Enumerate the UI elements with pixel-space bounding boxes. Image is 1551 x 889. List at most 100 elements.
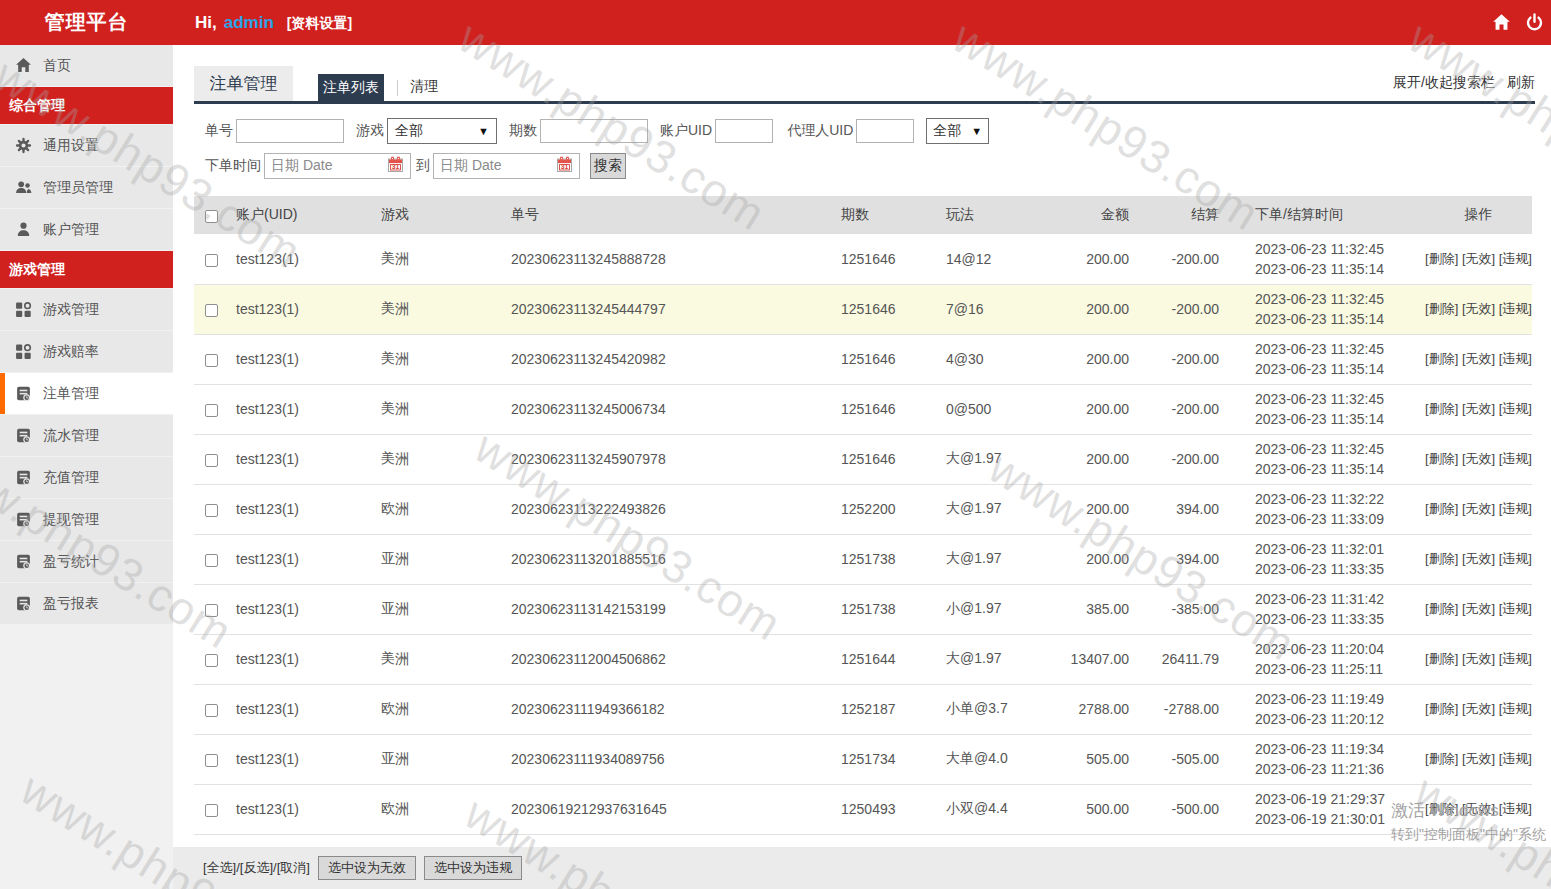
row-action[interactable]: [删除] xyxy=(1425,501,1458,516)
sidebar-item-3[interactable]: 管理员管理 xyxy=(0,167,173,208)
agent-uid-input[interactable] xyxy=(856,119,914,143)
row-action[interactable]: [违规] xyxy=(1499,551,1532,566)
row-action[interactable]: [无效] xyxy=(1462,251,1495,266)
row-action[interactable]: [删除] xyxy=(1425,651,1458,666)
cell-amount: 13407.00 xyxy=(1060,634,1135,684)
row-action[interactable]: [无效] xyxy=(1462,751,1495,766)
account-uid-label: 账户UID xyxy=(660,122,712,140)
cell-actions: [删除] [无效] [违规] xyxy=(1425,534,1532,584)
row-checkbox[interactable] xyxy=(205,404,218,417)
sidebar-item-7[interactable]: 游戏赔率 xyxy=(0,331,173,372)
sidebar-item-11[interactable]: 提现管理 xyxy=(0,499,173,540)
refresh-link[interactable]: 刷新 xyxy=(1507,74,1535,90)
game-label: 游戏 xyxy=(356,122,384,140)
cell-actions: [删除] [无效] [违规] xyxy=(1425,584,1532,634)
row-action[interactable]: [删除] xyxy=(1425,451,1458,466)
sidebar-item-2[interactable]: 通用设置 xyxy=(0,125,173,166)
row-action[interactable]: [违规] xyxy=(1499,301,1532,316)
doc-icon xyxy=(15,595,32,612)
toggle-search-link[interactable]: 展开/收起搜索栏 xyxy=(1393,74,1495,90)
select-all-checkbox[interactable] xyxy=(205,210,218,223)
sidebar-item-9[interactable]: 流水管理 xyxy=(0,415,173,456)
row-action[interactable]: [违规] xyxy=(1499,801,1532,816)
row-action[interactable]: [违规] xyxy=(1499,351,1532,366)
tab-clean[interactable]: 清理 xyxy=(410,74,438,101)
row-action[interactable]: [删除] xyxy=(1425,301,1458,316)
row-action[interactable]: [无效] xyxy=(1462,701,1495,716)
row-checkbox[interactable] xyxy=(205,754,218,767)
row-action[interactable]: [违规] xyxy=(1499,651,1532,666)
row-action[interactable]: [违规] xyxy=(1499,701,1532,716)
tab-order-list[interactable]: 注单列表 xyxy=(318,74,384,101)
cell-actions: [删除] [无效] [违规] xyxy=(1425,684,1532,734)
power-icon[interactable] xyxy=(1525,13,1544,32)
row-action[interactable]: [删除] xyxy=(1425,601,1458,616)
sidebar-item-10[interactable]: 充值管理 xyxy=(0,457,173,498)
row-action[interactable]: [违规] xyxy=(1499,251,1532,266)
grid-icon xyxy=(15,343,32,360)
cell-actions: [删除] [无效] [违规] xyxy=(1425,484,1532,534)
row-checkbox[interactable] xyxy=(205,604,218,617)
set-invalid-button[interactable]: 选中设为无效 xyxy=(318,856,416,880)
search-form: 单号 游戏 全部▼ 期数 账户UID 代理人UID 全部▼ 下单时间 日期 Da… xyxy=(205,118,989,179)
set-violation-button[interactable]: 选中设为违规 xyxy=(424,856,522,880)
row-action[interactable]: [无效] xyxy=(1462,651,1495,666)
row-action[interactable]: [无效] xyxy=(1462,301,1495,316)
row-action[interactable]: [无效] xyxy=(1462,451,1495,466)
account-uid-input[interactable] xyxy=(715,119,773,143)
row-checkbox[interactable] xyxy=(205,554,218,567)
sidebar-item-4[interactable]: 账户管理 xyxy=(0,209,173,250)
profile-settings-link[interactable]: [资料设置] xyxy=(287,15,352,33)
order-table-body: test123(1)美洲2023062311324588872812516461… xyxy=(194,234,1532,834)
row-action[interactable]: [违规] xyxy=(1499,401,1532,416)
sidebar-item-8[interactable]: 注单管理 xyxy=(0,373,173,414)
row-action[interactable]: [违规] xyxy=(1499,451,1532,466)
row-action[interactable]: [删除] xyxy=(1425,251,1458,266)
tab-order-management[interactable]: 注单管理 xyxy=(194,66,293,101)
select-all-links[interactable]: [全选]/[反选]/[取消] xyxy=(203,859,310,877)
sidebar-item-13[interactable]: 盈亏报表 xyxy=(0,583,173,624)
row-checkbox[interactable] xyxy=(205,654,218,667)
sidebar-item-12[interactable]: 盈亏统计 xyxy=(0,541,173,582)
cell-times: 2023-06-23 11:32:452023-06-23 11:35:14 xyxy=(1225,234,1425,284)
row-checkbox[interactable] xyxy=(205,504,218,517)
date-from-input[interactable]: 日期 Date31 xyxy=(264,153,411,179)
row-action[interactable]: [删除] xyxy=(1425,701,1458,716)
date-to-input[interactable]: 日期 Date31 xyxy=(433,153,580,179)
row-checkbox[interactable] xyxy=(205,454,218,467)
sidebar-item-6[interactable]: 游戏管理 xyxy=(0,289,173,330)
row-checkbox[interactable] xyxy=(205,254,218,267)
col-order: 单号 xyxy=(505,196,835,234)
cell-period: 1251646 xyxy=(835,434,940,484)
row-checkbox[interactable] xyxy=(205,804,218,817)
cell-actions: [删除] [无效] [违规] xyxy=(1425,234,1532,284)
row-checkbox[interactable] xyxy=(205,704,218,717)
table-row: test123(1)美洲2023062311324588872812516461… xyxy=(194,234,1532,284)
cell-account: test123(1) xyxy=(230,784,375,834)
row-action[interactable]: [无效] xyxy=(1462,501,1495,516)
row-checkbox[interactable] xyxy=(205,304,218,317)
row-checkbox[interactable] xyxy=(205,354,218,367)
col-amount: 金额 xyxy=(1060,196,1135,234)
search-button[interactable]: 搜索 xyxy=(590,153,626,179)
row-action[interactable]: [删除] xyxy=(1425,351,1458,366)
sidebar-item-0[interactable]: 首页 xyxy=(0,45,173,86)
row-action[interactable]: [违规] xyxy=(1499,501,1532,516)
row-action[interactable]: [无效] xyxy=(1462,551,1495,566)
order-no-input[interactable] xyxy=(236,119,344,143)
col-time: 下单/结算时间 xyxy=(1225,196,1425,234)
row-action[interactable]: [删除] xyxy=(1425,401,1458,416)
row-action[interactable]: [无效] xyxy=(1462,801,1495,816)
row-action[interactable]: [删除] xyxy=(1425,751,1458,766)
row-action[interactable]: [删除] xyxy=(1425,801,1458,816)
home-icon[interactable] xyxy=(1492,13,1511,32)
row-action[interactable]: [删除] xyxy=(1425,551,1458,566)
period-input[interactable] xyxy=(540,119,648,143)
status-select[interactable]: 全部▼ xyxy=(926,118,989,144)
row-action[interactable]: [违规] xyxy=(1499,601,1532,616)
row-action[interactable]: [无效] xyxy=(1462,351,1495,366)
game-select[interactable]: 全部▼ xyxy=(387,118,497,144)
row-action[interactable]: [违规] xyxy=(1499,751,1532,766)
row-action[interactable]: [无效] xyxy=(1462,601,1495,616)
row-action[interactable]: [无效] xyxy=(1462,401,1495,416)
